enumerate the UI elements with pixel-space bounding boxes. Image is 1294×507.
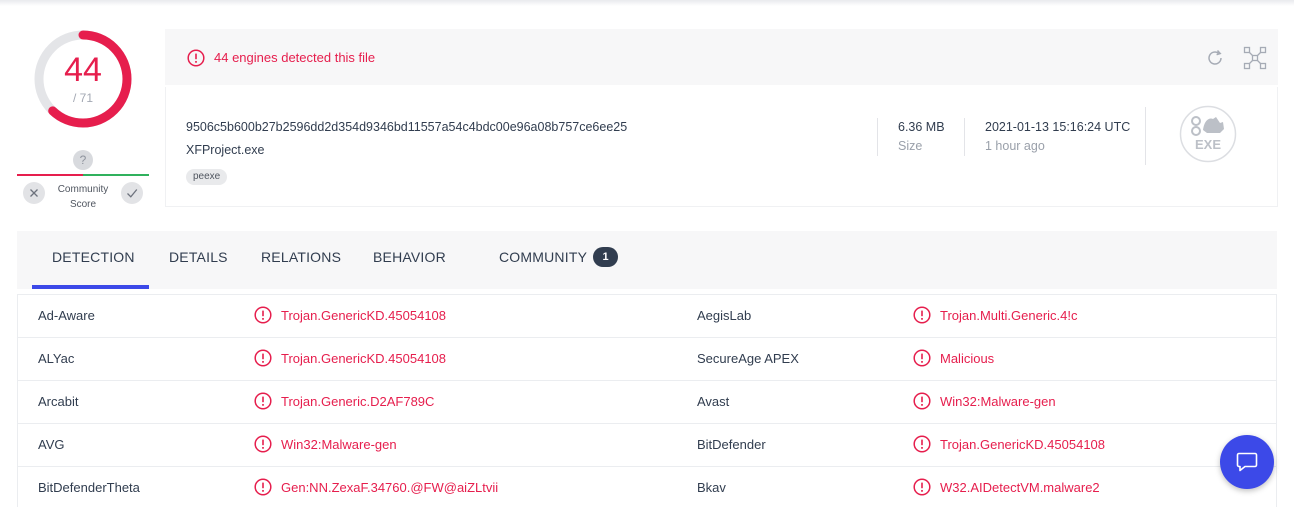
detection-result: Gen:NN.ZexaF.34760.@FW@aiZLtvii [281, 480, 499, 495]
vote-malicious-button[interactable] [121, 182, 143, 204]
analysis-date-relative: 1 hour ago [985, 139, 1045, 153]
detection-result: Win32:Malware-gen [281, 437, 397, 452]
detection-result: Trojan.Generic.D2AF789C [281, 394, 435, 409]
engine-name: ALYac [38, 351, 75, 366]
table-row: Arcabit Trojan.Generic.D2AF789C Avast Wi… [18, 381, 1276, 424]
alert-circle-icon [913, 478, 931, 496]
chat-button[interactable] [1220, 435, 1274, 489]
alert-circle-icon [254, 435, 272, 453]
table-row: Ad-Aware Trojan.GenericKD.45054108 Aegis… [18, 295, 1276, 338]
table-row: ALYac Trojan.GenericKD.45054108 SecureAg… [18, 338, 1276, 381]
exe-type-label: EXE [1195, 137, 1221, 152]
engine-total: / 71 [72, 91, 93, 105]
alert-circle-icon [913, 349, 931, 367]
divider [964, 118, 965, 156]
reload-icon[interactable] [1205, 48, 1225, 68]
alert-circle-icon [254, 478, 272, 496]
detection-result: Trojan.GenericKD.45054108 [281, 308, 447, 323]
detection-result: Trojan.GenericKD.45054108 [281, 351, 447, 366]
active-tab-indicator [32, 285, 149, 289]
tab-bar: DETECTION DETAILS RELATIONS BEHAVIOR COM… [17, 231, 1277, 289]
divider [1145, 107, 1146, 165]
vote-harmless-button[interactable] [23, 182, 45, 204]
detection-result: W32.AIDetectVM.malware2 [940, 480, 1100, 495]
table-row: BitDefenderTheta Gen:NN.ZexaF.34760.@FW@… [18, 467, 1276, 507]
top-shadow [0, 0, 1294, 6]
close-icon [30, 189, 38, 197]
engine-name: SecureAge APEX [697, 351, 799, 366]
tab-detection[interactable]: DETECTION [52, 249, 135, 265]
community-score-bar [17, 174, 149, 176]
file-size-label: Size [898, 139, 923, 153]
alert-circle-icon [913, 435, 931, 453]
file-tag[interactable]: peexe [186, 169, 228, 185]
divider [877, 118, 878, 156]
graph-summary-icon[interactable] [1243, 46, 1267, 70]
table-row: AVG Win32:Malware-gen BitDefender Trojan… [18, 424, 1276, 467]
check-icon [127, 189, 138, 198]
tab-community[interactable]: COMMUNITY [499, 249, 587, 265]
alert-circle-icon [187, 49, 205, 67]
engine-name: AVG [38, 437, 65, 452]
engine-name: Ad-Aware [38, 308, 95, 323]
engine-results-table: Ad-Aware Trojan.GenericKD.45054108 Aegis… [17, 294, 1277, 507]
alert-circle-icon [913, 392, 931, 410]
chat-bubble-icon [1236, 452, 1258, 472]
detected-count: 44 [64, 51, 102, 89]
detection-result: Trojan.GenericKD.45054108 [940, 437, 1106, 452]
detection-score-gauge: 44 / 71 [31, 27, 135, 131]
exe-file-icon: EXE [1179, 105, 1237, 163]
tab-relations[interactable]: RELATIONS [261, 249, 341, 265]
engine-name: AegisLab [697, 308, 752, 323]
analysis-date: 2021-01-13 15:16:24 UTC [985, 120, 1131, 134]
community-score-label: Community Score [47, 182, 119, 212]
community-label-line-2: Score [69, 199, 97, 210]
alert-circle-icon [254, 349, 272, 367]
engine-name: BitDefenderTheta [38, 480, 140, 495]
detection-message: 44 engines detected this file [214, 50, 376, 65]
detection-result: Win32:Malware-gen [940, 394, 1056, 409]
community-label-line-1: Community [57, 184, 109, 195]
question-icon: ? [73, 150, 93, 170]
alert-circle-icon [254, 306, 272, 324]
file-info-panel: 9506c5b600b27b2596dd2d354d9346bd11557a54… [165, 87, 1278, 207]
community-count-badge: 1 [593, 247, 618, 267]
engine-name: Avast [697, 394, 730, 409]
file-hash[interactable]: 9506c5b600b27b2596dd2d354d9346bd11557a54… [186, 120, 627, 134]
file-size: 6.36 MB [898, 120, 945, 134]
detection-banner: 44 engines detected this file [165, 29, 1278, 85]
alert-circle-icon [913, 306, 931, 324]
community-score: ? Community Score [17, 148, 149, 212]
engine-name: Bkav [697, 480, 726, 495]
detection-result: Trojan.Multi.Generic.4!c [940, 308, 1078, 323]
alert-circle-icon [254, 392, 272, 410]
file-name: XFProject.exe [186, 143, 265, 157]
engine-name: BitDefender [697, 437, 766, 452]
tab-behavior[interactable]: BEHAVIOR [373, 249, 446, 265]
detection-result: Malicious [940, 351, 995, 366]
engine-name: Arcabit [38, 394, 79, 409]
tab-details[interactable]: DETAILS [169, 249, 228, 265]
